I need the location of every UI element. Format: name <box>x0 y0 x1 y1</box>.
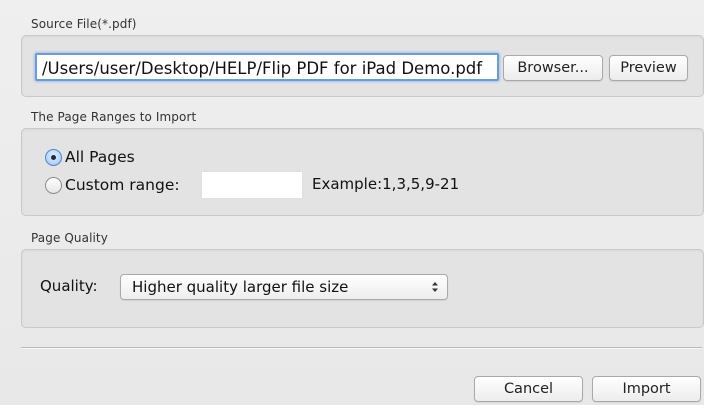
page-quality-section-label: Page Quality <box>31 231 108 245</box>
browse-button[interactable]: Browser... <box>503 55 603 81</box>
updown-arrows-icon <box>432 282 438 292</box>
import-pdf-dialog: Source File(*.pdf) Browser... Preview Th… <box>0 0 704 405</box>
quality-selected-value: Higher quality larger file size <box>132 278 349 296</box>
preview-button[interactable]: Preview <box>609 55 688 81</box>
page-ranges-section-label: The Page Ranges to Import <box>31 110 197 124</box>
quality-label: Quality: <box>40 277 98 295</box>
custom-range-label: Custom range: <box>65 176 180 194</box>
all-pages-radio-option[interactable]: All Pages <box>45 146 135 168</box>
all-pages-radio-button[interactable] <box>45 148 62 166</box>
custom-range-radio-option[interactable]: Custom range: <box>45 174 180 196</box>
page-ranges-group <box>21 128 704 216</box>
source-file-section-label: Source File(*.pdf) <box>31 17 137 31</box>
range-example-text: Example:1,3,5,9-21 <box>312 175 460 193</box>
source-file-path-input[interactable] <box>35 53 499 81</box>
import-button[interactable]: Import <box>592 376 701 402</box>
custom-range-radio-button[interactable] <box>45 176 62 194</box>
radio-selected-dot <box>51 154 56 160</box>
all-pages-label: All Pages <box>65 148 135 166</box>
cancel-button[interactable]: Cancel <box>474 376 583 402</box>
footer-separator <box>21 347 702 349</box>
quality-select[interactable]: Higher quality larger file size <box>120 274 448 300</box>
custom-range-input[interactable] <box>201 171 303 199</box>
